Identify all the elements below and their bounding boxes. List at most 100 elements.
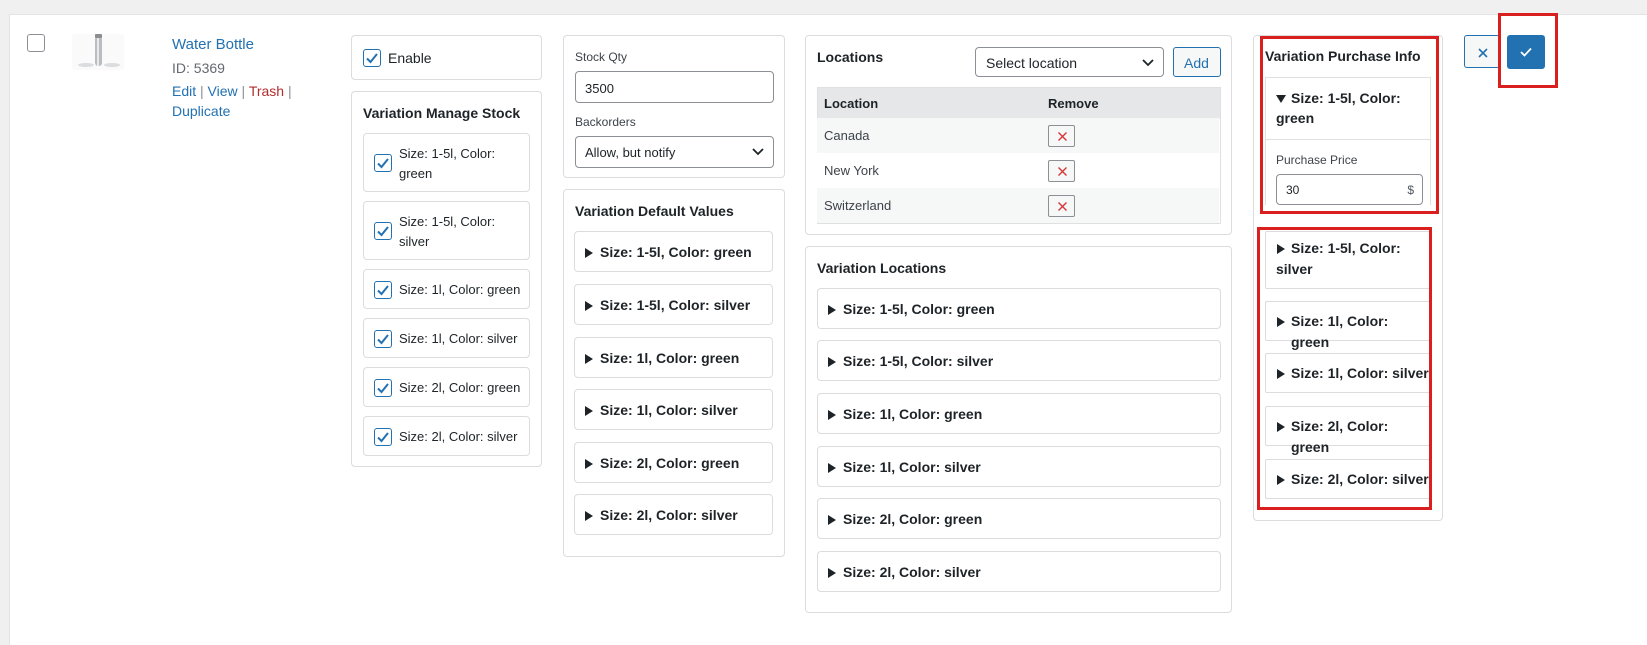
default-values-item-label: Size: 1-5l, Color: silver xyxy=(600,297,751,313)
remove-location-button[interactable] xyxy=(1048,125,1075,147)
location-name: Canada xyxy=(824,128,870,143)
default-values-item-label: Size: 1l, Color: silver xyxy=(600,402,738,418)
default-values-item-label: Size: 2l, Color: green xyxy=(600,455,740,471)
product-name-link[interactable]: Water Bottle xyxy=(172,36,254,53)
stock-qty-label: Stock Qty xyxy=(575,50,628,64)
locations-title: Locations xyxy=(817,49,884,65)
enable-label: Enable xyxy=(388,50,432,66)
variation-locations-item-label: Size: 1-5l, Color: green xyxy=(843,301,995,317)
default-values-item[interactable]: Size: 2l, Color: silver xyxy=(574,494,773,535)
check-icon xyxy=(377,226,389,237)
check-icon xyxy=(377,432,389,443)
bottle-image-icon xyxy=(78,34,120,67)
location-select-value: Select location xyxy=(986,55,1078,71)
check-icon xyxy=(377,383,389,394)
check-icon xyxy=(377,334,389,345)
default-values-item[interactable]: Size: 1l, Color: green xyxy=(574,337,773,378)
manage-stock-item-line2: green xyxy=(399,166,433,181)
backorders-select[interactable]: Allow, but notify xyxy=(575,136,774,168)
trash-link[interactable]: Trash xyxy=(249,83,284,99)
variation-locations-item[interactable]: Size: 2l, Color: green xyxy=(817,498,1221,539)
chevron-down-icon xyxy=(752,148,764,156)
manage-stock-checkbox[interactable] xyxy=(374,281,392,299)
manage-stock-checkbox[interactable] xyxy=(374,379,392,397)
close-icon xyxy=(1478,48,1488,58)
manage-stock-item: Size: 2l, Color: green xyxy=(363,367,530,407)
collapsed-triangle-icon xyxy=(585,459,593,469)
manage-stock-title: Variation Manage Stock xyxy=(363,105,521,121)
manage-stock-checkbox[interactable] xyxy=(374,154,392,172)
location-row: New York xyxy=(817,153,1219,188)
variation-locations-item[interactable]: Size: 1l, Color: green xyxy=(817,393,1221,434)
stock-qty-input[interactable]: 3500 xyxy=(575,71,774,103)
cancel-button[interactable] xyxy=(1464,35,1500,68)
variation-locations-item[interactable]: Size: 1l, Color: silver xyxy=(817,446,1221,487)
variation-locations-item-label: Size: 2l, Color: green xyxy=(843,511,983,527)
manage-stock-item-line1: Size: 1l, Color: green xyxy=(399,282,521,297)
duplicate-link[interactable]: Duplicate xyxy=(172,103,230,119)
row-select-checkbox[interactable] xyxy=(27,34,45,52)
manage-stock-item: Size: 1l, Color: silver xyxy=(363,318,530,358)
manage-stock-item: Size: 1l, Color: green xyxy=(363,269,530,309)
default-values-item-label: Size: 1-5l, Color: green xyxy=(600,244,752,260)
collapsed-triangle-icon xyxy=(828,515,836,525)
close-icon xyxy=(1058,132,1067,141)
default-values-item-label: Size: 1l, Color: green xyxy=(600,350,740,366)
separator: | xyxy=(287,83,292,99)
view-link[interactable]: View xyxy=(208,83,238,99)
manage-stock-checkbox[interactable] xyxy=(374,330,392,348)
location-select[interactable]: Select location xyxy=(975,47,1164,77)
default-values-item[interactable]: Size: 1-5l, Color: green xyxy=(574,231,773,272)
default-values-item[interactable]: Size: 2l, Color: green xyxy=(574,442,773,483)
remove-location-button[interactable] xyxy=(1048,160,1075,182)
product-thumbnail[interactable] xyxy=(72,34,124,70)
enable-checkbox[interactable] xyxy=(363,49,381,67)
collapsed-triangle-icon xyxy=(585,354,593,364)
backorders-label: Backorders xyxy=(575,115,636,129)
collapsed-triangle-icon xyxy=(585,248,593,258)
manage-stock-item-line2: silver xyxy=(399,234,430,249)
manage-stock-item: Size: 2l, Color: silver xyxy=(363,416,530,456)
variation-locations-item-label: Size: 2l, Color: silver xyxy=(843,564,981,580)
stock-qty-value: 3500 xyxy=(585,81,614,96)
locations-table-header: Location Remove xyxy=(818,88,1220,119)
manage-stock-item: Size: 1-5l, Color: silver xyxy=(363,201,530,260)
collapsed-triangle-icon xyxy=(828,410,836,420)
collapsed-triangle-icon xyxy=(585,406,593,416)
variation-locations-item[interactable]: Size: 1-5l, Color: green xyxy=(817,288,1221,329)
manage-stock-item-line1: Size: 1-5l, Color: xyxy=(399,214,496,229)
add-location-button[interactable]: Add xyxy=(1173,47,1221,77)
collapsed-triangle-icon xyxy=(828,305,836,315)
manage-stock-item-line1: Size: 2l, Color: silver xyxy=(399,429,518,444)
variation-locations-item[interactable]: Size: 2l, Color: silver xyxy=(817,551,1221,592)
check-icon xyxy=(377,158,389,169)
default-values-title: Variation Default Values xyxy=(575,203,734,219)
location-name: New York xyxy=(824,163,879,178)
edit-link[interactable]: Edit xyxy=(172,83,196,99)
separator: | xyxy=(241,83,246,99)
product-id: ID: 5369 xyxy=(172,60,225,76)
check-icon xyxy=(366,53,378,64)
manage-stock-item-line1: Size: 1l, Color: silver xyxy=(399,331,518,346)
collapsed-triangle-icon xyxy=(828,568,836,578)
add-location-label: Add xyxy=(1184,55,1209,71)
highlight-box-purchase-open xyxy=(1260,36,1439,214)
close-icon xyxy=(1058,202,1067,211)
variation-locations-item-label: Size: 1l, Color: green xyxy=(843,406,983,422)
default-values-item[interactable]: Size: 1-5l, Color: silver xyxy=(574,284,773,325)
manage-stock-checkbox[interactable] xyxy=(374,428,392,446)
default-values-item[interactable]: Size: 1l, Color: silver xyxy=(574,389,773,430)
manage-stock-item: Size: 1-5l, Color: green xyxy=(363,133,530,192)
remove-location-button[interactable] xyxy=(1048,195,1075,217)
product-actions: Edit | View | Trash | xyxy=(172,83,292,99)
manage-stock-checkbox[interactable] xyxy=(374,222,392,240)
collapsed-triangle-icon xyxy=(828,463,836,473)
highlight-box-purchase-items xyxy=(1257,227,1432,510)
collapsed-triangle-icon xyxy=(585,511,593,521)
collapsed-triangle-icon xyxy=(828,357,836,367)
variation-locations-title: Variation Locations xyxy=(817,260,947,276)
location-row: Switzerland xyxy=(817,188,1219,223)
backorders-value: Allow, but notify xyxy=(585,145,676,160)
variation-locations-item[interactable]: Size: 1-5l, Color: silver xyxy=(817,340,1221,381)
default-values-item-label: Size: 2l, Color: silver xyxy=(600,507,738,523)
